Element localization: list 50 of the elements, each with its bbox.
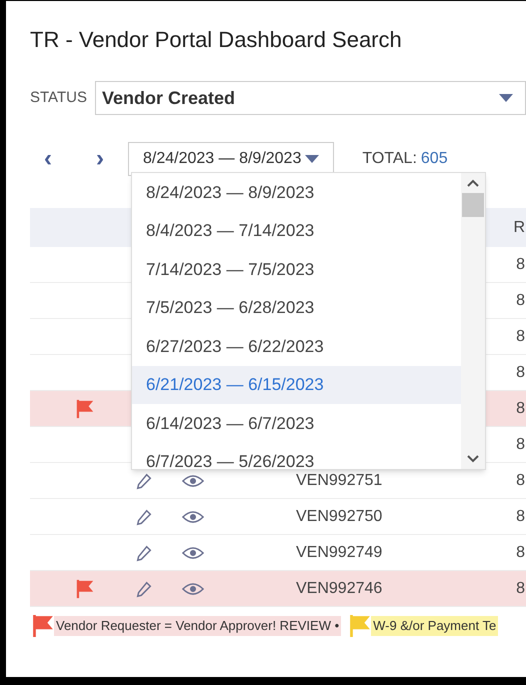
table-cell-text: 8 [516, 326, 525, 346]
table-cell-text: 8 [516, 290, 525, 310]
pencil-icon[interactable] [135, 580, 153, 598]
scroll-up-icon[interactable] [467, 179, 479, 187]
eye-icon[interactable] [182, 580, 204, 596]
table-cell-text: 8 [516, 362, 525, 382]
menu-item[interactable]: 6/21/2023 — 6/15/2023 [132, 366, 461, 404]
caret-icon [499, 94, 513, 102]
scrollbar[interactable] [461, 173, 485, 469]
status-dropdown[interactable]: Vendor Created [94, 81, 526, 115]
table-cell-text: VEN992746 [296, 578, 384, 598]
table-cell-text: 8 [516, 398, 525, 418]
eye-icon[interactable] [182, 508, 204, 524]
caret-icon [305, 155, 320, 163]
menu-item[interactable]: 6/14/2023 — 6/7/2023 [132, 404, 461, 442]
flag-icon [32, 613, 54, 639]
legend-text: Vendor Requester = Vendor Approver! REVIEW • [54, 616, 342, 636]
table-cell-text: 8 [516, 578, 525, 598]
menu-item[interactable]: 7/14/2023 — 7/5/2023 [132, 250, 461, 288]
table-cell-text: VEN992751 [296, 470, 384, 490]
total-count: 605 [420, 149, 448, 169]
legend-text: W-9 &/or Payment Te [371, 616, 498, 636]
menu-item[interactable]: 8/4/2023 — 7/14/2023 [132, 212, 461, 250]
scroll-thumb[interactable] [462, 193, 484, 217]
table-cell-text: 8 [516, 434, 525, 454]
next-button[interactable]: › [90, 141, 110, 177]
menu-item[interactable]: 6/7/2023 — 5/26/2023 [132, 442, 461, 469]
status-label: STATUS [30, 88, 87, 108]
pencil-icon[interactable] [135, 508, 153, 526]
menu-item[interactable]: 6/27/2023 — 6/22/2023 [132, 327, 461, 366]
total-label: TOTAL: [362, 149, 417, 169]
menu-item[interactable]: 7/5/2023 — 6/28/2023 [132, 288, 461, 327]
page-title: TR - Vendor Portal Dashboard Search [30, 26, 403, 54]
table-cell-text: 8 [516, 254, 525, 274]
table-cell-text: VEN992749 [296, 542, 384, 562]
scroll-down-icon[interactable] [467, 455, 479, 463]
flag-icon [75, 398, 95, 418]
column-header: R [513, 218, 525, 238]
previous-button[interactable]: ‹ [38, 141, 58, 177]
menu-item[interactable]: 8/24/2023 — 8/9/2023 [132, 173, 461, 212]
table-cell-text: VEN992750 [296, 506, 384, 526]
pencil-icon[interactable] [135, 544, 153, 562]
flag-icon [75, 578, 95, 598]
eye-icon[interactable] [182, 472, 204, 488]
table-cell-text: 8 [516, 470, 525, 490]
table-cell-text: 8 [516, 542, 525, 562]
pencil-icon[interactable] [135, 472, 153, 490]
eye-icon[interactable] [182, 544, 204, 560]
table-cell-text: 8 [516, 506, 525, 526]
flag-icon [349, 613, 372, 639]
